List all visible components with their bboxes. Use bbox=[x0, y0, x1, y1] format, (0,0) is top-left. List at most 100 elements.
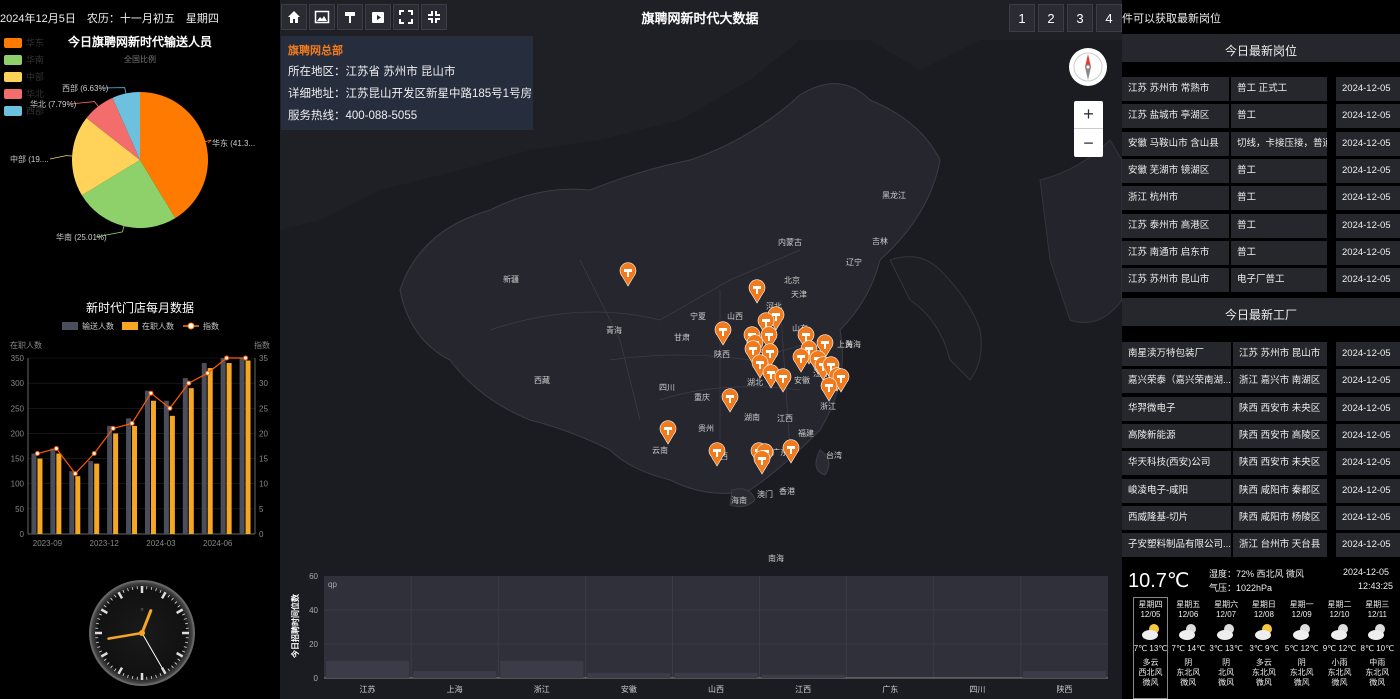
bottom-bar[interactable] bbox=[326, 661, 410, 678]
table-row[interactable]: 华羿微电子 陕西 西安市 未央区 2024-12-05 bbox=[1122, 396, 1400, 421]
weather-day-name: 星期五 bbox=[1176, 600, 1201, 609]
video-icon[interactable] bbox=[365, 4, 391, 30]
zoom-out-button[interactable]: − bbox=[1074, 129, 1103, 157]
page-button-4[interactable]: 4 bbox=[1096, 4, 1122, 32]
table-row[interactable]: 西威隆基-切片 陕西 咸阳市 杨陵区 2024-12-05 bbox=[1122, 505, 1400, 530]
bar-transport[interactable] bbox=[182, 378, 188, 534]
home-icon[interactable] bbox=[281, 4, 307, 30]
index-point[interactable] bbox=[148, 390, 154, 396]
table-row[interactable]: 浙江 杭州市 普工 2024-12-05 bbox=[1122, 186, 1400, 211]
index-point[interactable] bbox=[205, 370, 211, 376]
bottom-y-tick: 40 bbox=[309, 606, 318, 615]
weather-day-name: 星期一 bbox=[1289, 600, 1314, 609]
bar-employed[interactable] bbox=[169, 415, 175, 534]
legend-employed-swatch[interactable] bbox=[122, 322, 138, 330]
index-point[interactable] bbox=[72, 471, 78, 477]
table-row[interactable]: 嘉兴荣泰（嘉兴荣南湖... 浙江 嘉兴市 南湖区 2024-12-05 bbox=[1122, 369, 1400, 394]
bar-employed[interactable] bbox=[226, 363, 232, 534]
bar-employed[interactable] bbox=[150, 400, 156, 534]
legend-index[interactable]: 指数 bbox=[203, 321, 219, 331]
table-row[interactable]: 江苏 南通市 启东市 普工 2024-12-05 bbox=[1122, 240, 1400, 265]
table-row[interactable]: 江苏 泰州市 高港区 普工 2024-12-05 bbox=[1122, 213, 1400, 238]
table-row[interactable]: 安徽 芜湖市 镜湖区 普工 2024-12-05 bbox=[1122, 158, 1400, 183]
weather-day-wind: 西北风 bbox=[1138, 668, 1163, 677]
index-point[interactable] bbox=[129, 420, 135, 426]
bar-transport[interactable] bbox=[144, 390, 150, 534]
pie-legend-label[interactable]: 华南 bbox=[26, 54, 44, 65]
index-point[interactable] bbox=[224, 355, 230, 361]
bar-employed[interactable] bbox=[113, 433, 119, 534]
bar-transport[interactable] bbox=[239, 358, 245, 534]
bar-transport[interactable] bbox=[163, 400, 169, 534]
bar-transport[interactable] bbox=[201, 363, 207, 534]
pie-legend-swatch[interactable] bbox=[4, 72, 22, 82]
table-row[interactable]: 华天科技(西安)公司 陕西 西安市 未央区 2024-12-05 bbox=[1122, 451, 1400, 476]
page-button-3[interactable]: 3 bbox=[1067, 4, 1093, 32]
bar-transport[interactable] bbox=[69, 471, 75, 534]
recruitment-bar-chart: 今日招聘时间位数 qp 60 40 20 0 江苏 上海 浙江 安徽 山西 江西 广东 四川 陕西 bbox=[290, 572, 1108, 694]
brand-icon[interactable] bbox=[337, 4, 363, 30]
marquee-text: 件可以获取最新岗位 bbox=[1122, 13, 1221, 25]
bar-transport[interactable] bbox=[126, 418, 132, 534]
bottom-bar[interactable] bbox=[413, 671, 497, 678]
pie-legend-swatch[interactable] bbox=[4, 106, 22, 116]
index-point[interactable] bbox=[53, 446, 59, 452]
pie-legend-label[interactable]: 华北 bbox=[26, 88, 44, 99]
table-cell: 江苏 泰州市 高港区 bbox=[1122, 213, 1229, 238]
bar-transport[interactable] bbox=[50, 448, 56, 534]
bar-transport[interactable] bbox=[31, 453, 37, 534]
bar-transport[interactable] bbox=[220, 358, 226, 534]
pie-legend-swatch[interactable] bbox=[4, 55, 22, 65]
bar-employed[interactable] bbox=[37, 458, 43, 534]
weather-day-name: 星期二 bbox=[1327, 600, 1352, 609]
bar-transport[interactable] bbox=[107, 425, 113, 534]
pie-legend-label[interactable]: 中部 bbox=[26, 71, 44, 82]
table-row[interactable]: 高陵新能源 陕西 西安市 高陵区 2024-12-05 bbox=[1122, 423, 1400, 448]
bar-employed[interactable] bbox=[94, 463, 100, 534]
legend-index-swatch[interactable] bbox=[187, 322, 195, 330]
compass-icon[interactable] bbox=[1069, 48, 1107, 86]
bar-employed[interactable] bbox=[56, 453, 62, 534]
bar-employed[interactable] bbox=[207, 368, 213, 534]
legend-transport[interactable]: 输送人数 bbox=[82, 321, 114, 331]
page-button-1[interactable]: 1 bbox=[1009, 4, 1035, 32]
table-row[interactable]: 安徽 马鞍山市 含山县切线，卡接压接，普通装配 2024-12-05 bbox=[1122, 131, 1400, 156]
page-button-2[interactable]: 2 bbox=[1038, 4, 1064, 32]
pie-legend-swatch[interactable] bbox=[4, 89, 22, 99]
table-row[interactable]: 江苏 盐城市 亭湖区 普工 2024-12-05 bbox=[1122, 104, 1400, 129]
weather-day-high: 12℃ bbox=[1338, 644, 1357, 653]
weather-day: 星期一 12/09 5℃ 12℃ 阴东北风 微风 bbox=[1283, 600, 1320, 688]
bar-employed[interactable] bbox=[245, 360, 251, 534]
index-point[interactable] bbox=[110, 425, 116, 431]
index-point[interactable] bbox=[186, 380, 192, 386]
legend-employed[interactable]: 在职人数 bbox=[142, 321, 174, 331]
index-point[interactable] bbox=[34, 451, 40, 457]
bar-employed[interactable] bbox=[132, 425, 138, 534]
table-row[interactable]: 江苏 苏州市 昆山市 电子厂普工 2024-12-05 bbox=[1122, 268, 1400, 293]
bottom-bar[interactable] bbox=[587, 672, 671, 678]
bottom-bar[interactable] bbox=[674, 672, 758, 678]
zoom-in-button[interactable]: + bbox=[1074, 101, 1103, 129]
bottom-bar[interactable] bbox=[500, 661, 584, 678]
bar-employed[interactable] bbox=[188, 388, 194, 534]
weather-day-temps: 7℃ 14℃ bbox=[1170, 644, 1207, 654]
map-toolbar bbox=[281, 4, 447, 30]
fullscreen-icon[interactable] bbox=[393, 4, 419, 30]
table-row[interactable]: 子安塑料制品有限公司... 浙江 台州市 天台县 2024-12-05 bbox=[1122, 533, 1400, 558]
index-point[interactable] bbox=[167, 405, 173, 411]
pie-legend-swatch[interactable] bbox=[4, 38, 22, 48]
table-row[interactable]: 南星渎万特包装厂 江苏 苏州市 昆山市 2024-12-05 bbox=[1122, 342, 1400, 366]
pie-slice-label: 华北 (7.79%) bbox=[30, 99, 77, 109]
collapse-icon[interactable] bbox=[421, 4, 447, 30]
image-icon[interactable] bbox=[309, 4, 335, 30]
index-point[interactable] bbox=[243, 355, 249, 361]
bottom-bar[interactable] bbox=[1022, 671, 1106, 678]
bottom-bar[interactable] bbox=[761, 674, 845, 678]
legend-transport-swatch[interactable] bbox=[62, 322, 78, 330]
bar-employed[interactable] bbox=[75, 476, 81, 534]
index-point[interactable] bbox=[91, 451, 97, 457]
bar-transport[interactable] bbox=[88, 461, 94, 534]
pie-legend-label[interactable]: 华东 bbox=[26, 37, 44, 48]
table-row[interactable]: 江苏 苏州市 常熟市 普工 正式工 2024-12-05 bbox=[1122, 77, 1400, 101]
table-row[interactable]: 峻凌电子-咸阳 陕西 咸阳市 秦都区 2024-12-05 bbox=[1122, 478, 1400, 503]
